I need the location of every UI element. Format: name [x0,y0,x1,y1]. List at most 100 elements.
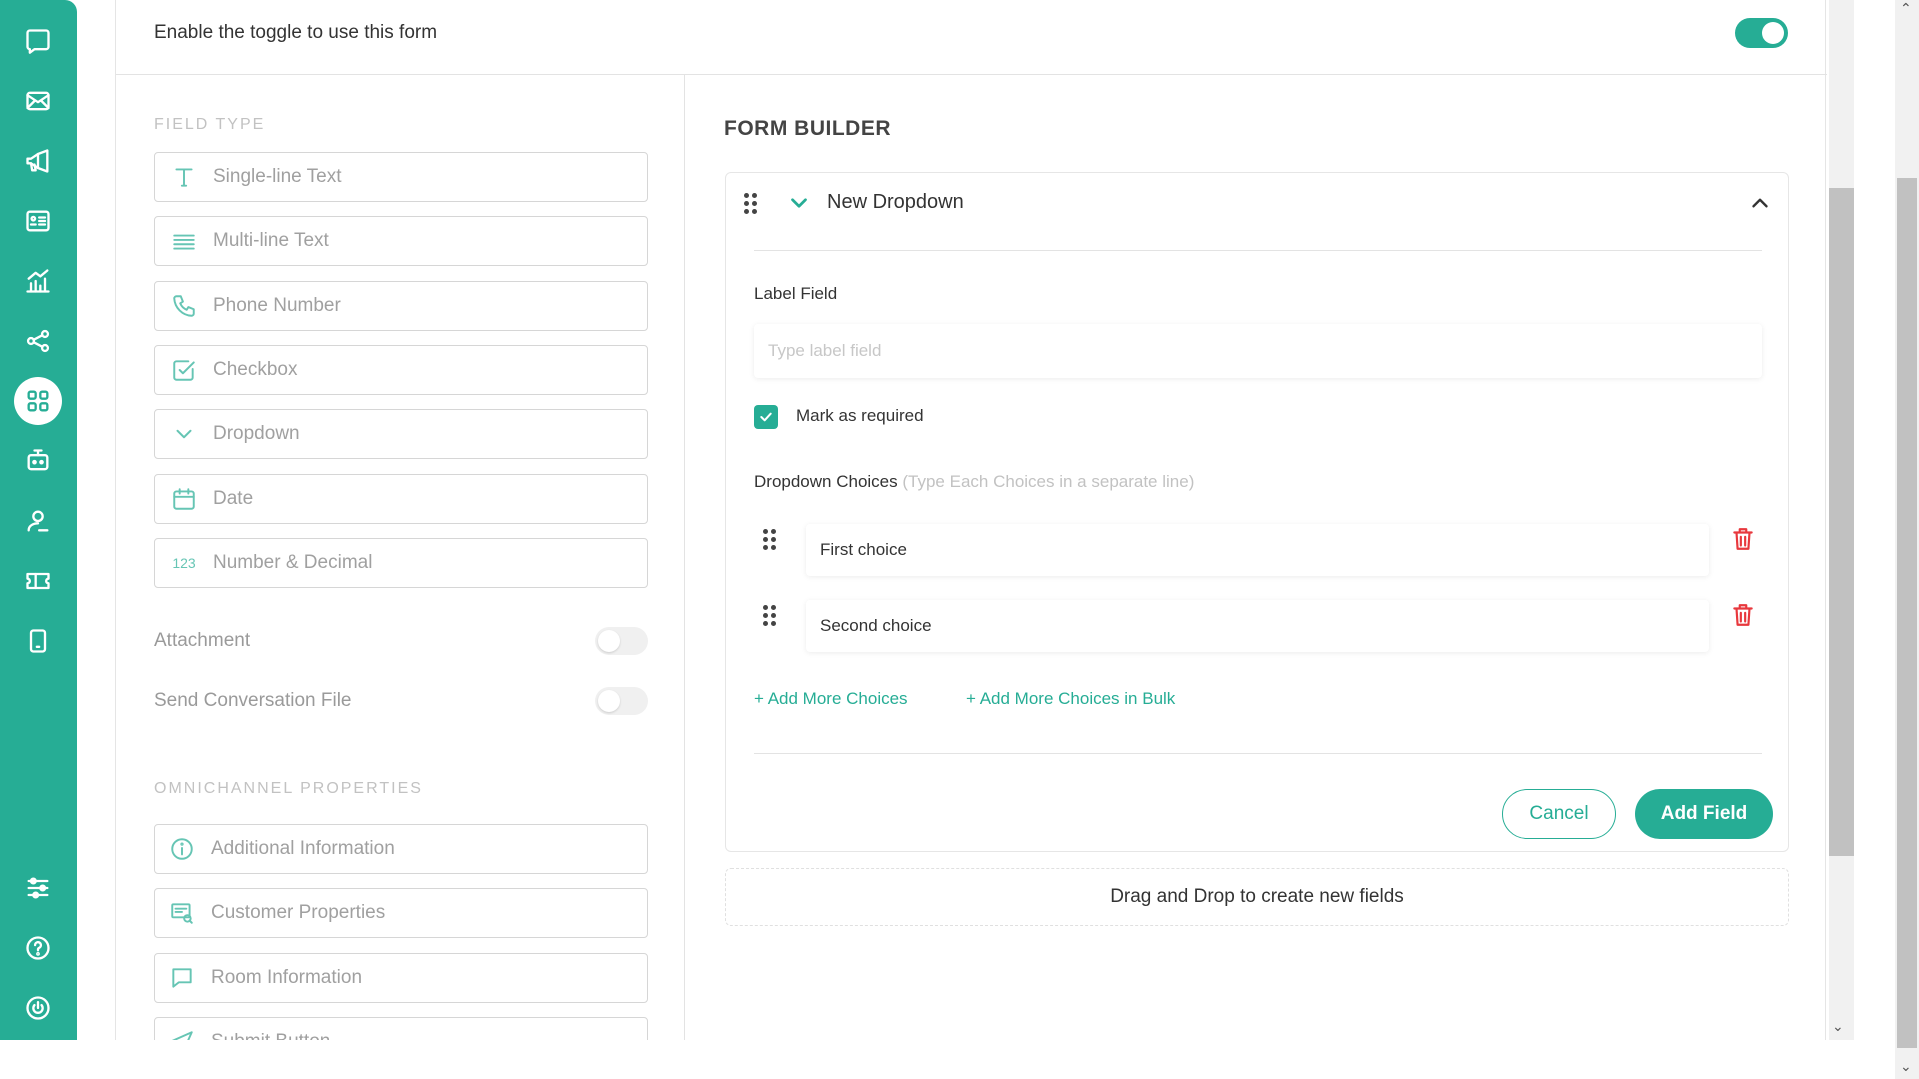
field-type-single-line[interactable]: Single-line Text [154,152,648,202]
omni-submit-button[interactable]: Submit Button [154,1017,648,1040]
omni-additional-info[interactable]: Additional Information [154,824,648,874]
nav-broadcast[interactable] [14,137,62,185]
choice-input[interactable] [806,600,1709,652]
field-type-date[interactable]: Date [154,474,648,524]
field-drop-zone[interactable]: Drag and Drop to create new fields [725,868,1789,926]
omni-item-label: Additional Information [211,838,395,859]
field-type-label: Dropdown [213,423,300,444]
field-type-panel: FIELD TYPE Single-line Text Multi-line T… [116,75,685,1040]
apps-grid-icon [27,390,49,412]
omnichannel-heading: OMNICHANNEL PROPERTIES [154,780,423,797]
delete-choice-button[interactable] [1729,600,1757,630]
field-type-label: Number & Decimal [213,552,373,573]
text-icon [175,168,193,187]
add-choices-bulk-link[interactable]: + Add More Choices in Bulk [966,689,1175,709]
nav-mobile[interactable] [14,617,62,665]
main-content: Enable the toggle to use this form FIELD… [115,0,1827,1040]
nav-mail[interactable] [14,77,62,125]
nav-logout[interactable] [14,984,62,1032]
field-type-label: Single-line Text [213,166,342,187]
field-type-phone[interactable]: Phone Number [154,281,648,331]
check-icon [760,412,772,422]
nav-integrations[interactable] [14,317,62,365]
field-type-checkbox[interactable]: Checkbox [154,345,648,395]
attachment-label: Attachment [154,630,251,651]
nav-tickets[interactable] [14,557,62,605]
lines-icon [173,234,195,250]
nav-chat[interactable] [14,17,62,65]
checkbox-icon [173,360,195,381]
nav-contacts[interactable] [14,197,62,245]
field-type-label: Date [213,488,254,509]
field-type-label: Phone Number [213,295,341,316]
dropdown-field-card: New Dropdown Label Field Mark as require… [725,172,1789,852]
mail-icon [26,91,50,111]
nav-help[interactable] [14,924,62,972]
toggle-instruction: Enable the toggle to use this form [154,22,438,43]
add-field-button[interactable]: Add Field [1635,789,1773,839]
label-field-label: Label Field [754,284,838,303]
trash-icon [1733,528,1753,550]
contact-card-icon [26,210,50,232]
mobile-icon [29,629,47,653]
phone-icon [173,295,195,317]
omni-item-label: Room Information [211,967,363,988]
scroll-down-icon[interactable]: ⌄ [1832,1018,1844,1035]
share-icon [26,329,50,353]
label-field-input[interactable] [754,324,1762,378]
analytics-icon [26,269,50,293]
form-enable-toggle[interactable] [1735,18,1788,48]
omni-customer-properties[interactable]: Customer Properties [154,888,648,938]
bot-icon [27,449,49,471]
sidebar [0,0,77,1079]
agent-icon [27,510,49,532]
chevron-down-icon [791,198,807,208]
calendar-icon [173,488,195,510]
attachment-toggle[interactable] [595,627,648,655]
drag-handle-icon[interactable] [744,193,758,215]
settings-sliders-icon [27,877,49,899]
conversation-file-toggle[interactable] [595,687,648,715]
field-type-label: Multi-line Text [213,230,329,251]
field-type-number[interactable]: 123 Number & Decimal [154,538,648,588]
chevron-down-icon [176,429,192,439]
required-checkbox[interactable] [754,405,778,429]
choice-drag-handle-icon[interactable] [763,529,777,551]
delete-choice-button[interactable] [1729,524,1757,554]
info-icon [171,838,193,860]
card-header: New Dropdown [726,173,1788,251]
required-label: Mark as required [796,406,924,425]
choice-drag-handle-icon[interactable] [763,605,777,627]
nav-agents[interactable] [14,497,62,545]
card-title: New Dropdown [827,191,964,213]
field-type-multi-line[interactable]: Multi-line Text [154,216,648,266]
nav-apps[interactable] [14,377,62,425]
choice-input[interactable] [806,524,1709,576]
choices-label-text: Dropdown Choices [754,472,898,491]
conversation-file-label: Send Conversation File [154,690,352,711]
divider [754,753,1762,754]
cancel-button[interactable]: Cancel [1502,789,1616,839]
nav-analytics[interactable] [14,257,62,305]
omni-item-label: Submit Button [211,1031,330,1040]
form-builder-title: FORM BUILDER [724,117,891,140]
conversation-file-toggle-row: Send Conversation File [154,686,648,716]
nav-bot[interactable] [14,437,62,485]
megaphone-icon [26,149,49,173]
add-more-choices-link[interactable]: + Add More Choices [754,689,908,709]
page-scroll-up-icon[interactable]: ⌃ [1900,0,1912,17]
page-scroll-thumb[interactable] [1897,178,1917,1048]
customer-properties-icon [171,903,193,924]
omni-room-information[interactable]: Room Information [154,953,648,1003]
nav-settings[interactable] [14,864,62,912]
panel-scroll-thumb[interactable] [1829,188,1854,856]
bottom-area [0,1040,1895,1079]
form-builder-panel: FORM BUILDER New Dropdown Label Field Ma… [686,75,1827,1040]
field-type-dropdown[interactable]: Dropdown [154,409,648,459]
chevron-up-icon[interactable] [1747,190,1773,216]
omni-item-label: Customer Properties [211,902,386,923]
send-icon [171,1031,193,1040]
page-scroll-down-icon[interactable]: ⌄ [1900,1058,1912,1075]
form-toggle-bar: Enable the toggle to use this form [116,0,1827,75]
ticket-icon [26,572,50,590]
